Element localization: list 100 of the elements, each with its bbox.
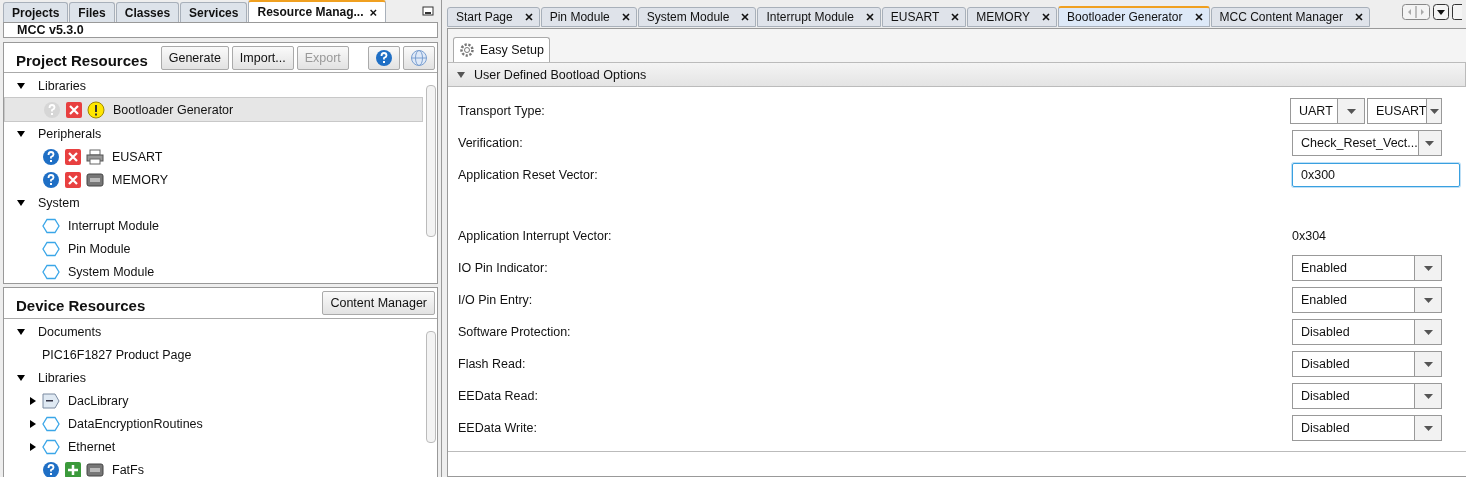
tree-item[interactable]: EUSART <box>4 145 423 168</box>
caret-icon[interactable] <box>1425 140 1435 146</box>
globe-button[interactable] <box>403 45 435 70</box>
editor-tab[interactable]: MEMORY <box>967 7 1058 27</box>
caret-icon[interactable] <box>1429 108 1439 114</box>
hexagon-icon <box>42 240 60 257</box>
panel-tab[interactable]: Services <box>180 2 248 22</box>
setting-label: IO Pin Indicator: <box>458 261 549 275</box>
tree-item[interactable]: FatFs <box>4 458 423 477</box>
value-text: 0x304 <box>1292 229 1328 243</box>
panel-tab[interactable]: Files <box>69 2 115 22</box>
caret-icon[interactable] <box>1423 329 1433 335</box>
editor-tab[interactable]: EUSART <box>881 7 967 27</box>
editor-tab[interactable]: Interrupt Module <box>757 7 881 27</box>
toolbar-button[interactable]: Generate <box>160 45 229 70</box>
remove-icon[interactable] <box>65 148 81 165</box>
setting-label: Verification: <box>458 136 524 150</box>
expand-toggle-icon[interactable] <box>16 197 26 208</box>
collapse-toggle-icon[interactable] <box>456 69 466 80</box>
panel-tab[interactable]: Classes <box>115 2 180 22</box>
close-icon[interactable] <box>1354 13 1363 21</box>
tree-group-label[interactable]: Libraries <box>38 370 86 385</box>
dropdown[interactable]: Enabled <box>1292 255 1442 281</box>
tree-item[interactable]: Bootloader Generator <box>4 97 423 122</box>
tree-group-label[interactable]: Libraries <box>38 78 86 93</box>
dropdown[interactable]: UART <box>1290 98 1365 124</box>
dropdown[interactable]: Check_Reset_Vect... <box>1292 130 1442 156</box>
dropdown[interactable]: Disabled <box>1292 319 1442 345</box>
content-manager-button[interactable]: Content Manager <box>322 291 435 315</box>
dropdown[interactable]: Enabled <box>1292 287 1442 313</box>
caret-icon[interactable] <box>1423 297 1433 303</box>
tree-group-label[interactable]: Peripherals <box>38 126 102 141</box>
maximize-icon[interactable] <box>1452 4 1462 20</box>
setting-label: EEData Read: <box>458 389 539 403</box>
close-icon[interactable] <box>741 13 750 21</box>
expand-toggle-icon[interactable] <box>28 395 38 406</box>
close-icon[interactable] <box>951 13 960 21</box>
close-icon[interactable] <box>865 13 874 21</box>
setting-label: Application Interrupt Vector: <box>458 229 613 243</box>
warning-icon <box>87 100 105 119</box>
expand-toggle-icon[interactable] <box>16 372 26 383</box>
dropdown[interactable]: EUSART <box>1367 98 1442 124</box>
tree-item[interactable]: Interrupt Module <box>4 214 423 237</box>
close-icon[interactable] <box>621 13 630 21</box>
printer-icon <box>86 148 104 165</box>
section-header[interactable]: User Defined Bootload Options <box>448 62 1466 87</box>
tree-item[interactable]: Pin Module <box>4 237 423 260</box>
editor-tab[interactable]: Bootloader Generator <box>1058 6 1210 27</box>
expand-toggle-icon[interactable] <box>16 326 26 337</box>
tree-item[interactable]: DacLibrary <box>4 389 423 412</box>
tree-item[interactable]: PIC16F1827 Product Page <box>4 343 423 366</box>
caret-icon[interactable] <box>1423 361 1433 367</box>
tree-group-label[interactable]: System <box>38 195 80 210</box>
setting-label: Software Protection: <box>458 325 572 339</box>
hexagon-icon <box>42 438 60 455</box>
gear-icon <box>459 42 475 58</box>
tree-item[interactable]: MEMORY <box>4 168 423 191</box>
library-tag-icon <box>42 392 60 409</box>
add-icon[interactable] <box>65 461 81 477</box>
close-icon[interactable]: × <box>369 4 378 20</box>
help-icon[interactable] <box>42 170 60 189</box>
editor-tab[interactable]: System Module <box>637 7 757 27</box>
tree-group-label[interactable]: Documents <box>38 324 102 339</box>
remove-icon[interactable] <box>66 101 82 118</box>
editor-tab[interactable]: Pin Module <box>540 7 637 27</box>
setting-label: Flash Read: <box>458 357 527 371</box>
setting-label: EEData Write: <box>458 421 538 435</box>
expand-toggle-icon[interactable] <box>28 418 38 429</box>
remove-icon[interactable] <box>65 171 81 188</box>
panel-tab[interactable]: Resource Manag... × <box>248 0 387 22</box>
input-field[interactable]: 0x300 <box>1292 163 1460 187</box>
expand-toggle-icon[interactable] <box>16 128 26 139</box>
dropdown[interactable]: Disabled <box>1292 415 1442 441</box>
editor-tab[interactable]: Start Page <box>447 7 540 27</box>
dropdown[interactable]: Disabled <box>1292 351 1442 377</box>
close-icon[interactable] <box>1042 13 1051 21</box>
caret-icon[interactable] <box>1346 108 1356 114</box>
panel-tab[interactable]: Projects <box>3 2 69 22</box>
help-icon[interactable] <box>42 460 60 477</box>
dropdown[interactable]: Disabled <box>1292 383 1442 409</box>
tab-list-icon[interactable] <box>1433 4 1449 20</box>
expand-toggle-icon[interactable] <box>28 441 38 452</box>
globe-icon <box>410 48 428 67</box>
caret-icon[interactable] <box>1423 425 1433 431</box>
tree-item[interactable]: DataEncryptionRoutines <box>4 412 423 435</box>
caret-icon[interactable] <box>1423 393 1433 399</box>
toolbar-button[interactable]: Import... <box>231 45 294 70</box>
help-icon <box>375 48 393 67</box>
editor-tab[interactable]: MCC Content Manager <box>1210 7 1370 27</box>
close-icon[interactable] <box>1194 13 1203 21</box>
expand-toggle-icon[interactable] <box>16 80 26 91</box>
help-button[interactable] <box>368 45 400 70</box>
setting-label: Transport Type: <box>458 104 546 118</box>
tree-item[interactable]: Ethernet <box>4 435 423 458</box>
close-icon[interactable] <box>524 13 533 21</box>
help-icon[interactable] <box>42 147 60 166</box>
tree-item[interactable]: System Module <box>4 260 423 283</box>
caret-icon[interactable] <box>1423 265 1433 271</box>
easy-setup-tab[interactable]: Easy Setup <box>453 37 550 62</box>
setting-label: I/O Pin Entry: <box>458 293 534 307</box>
